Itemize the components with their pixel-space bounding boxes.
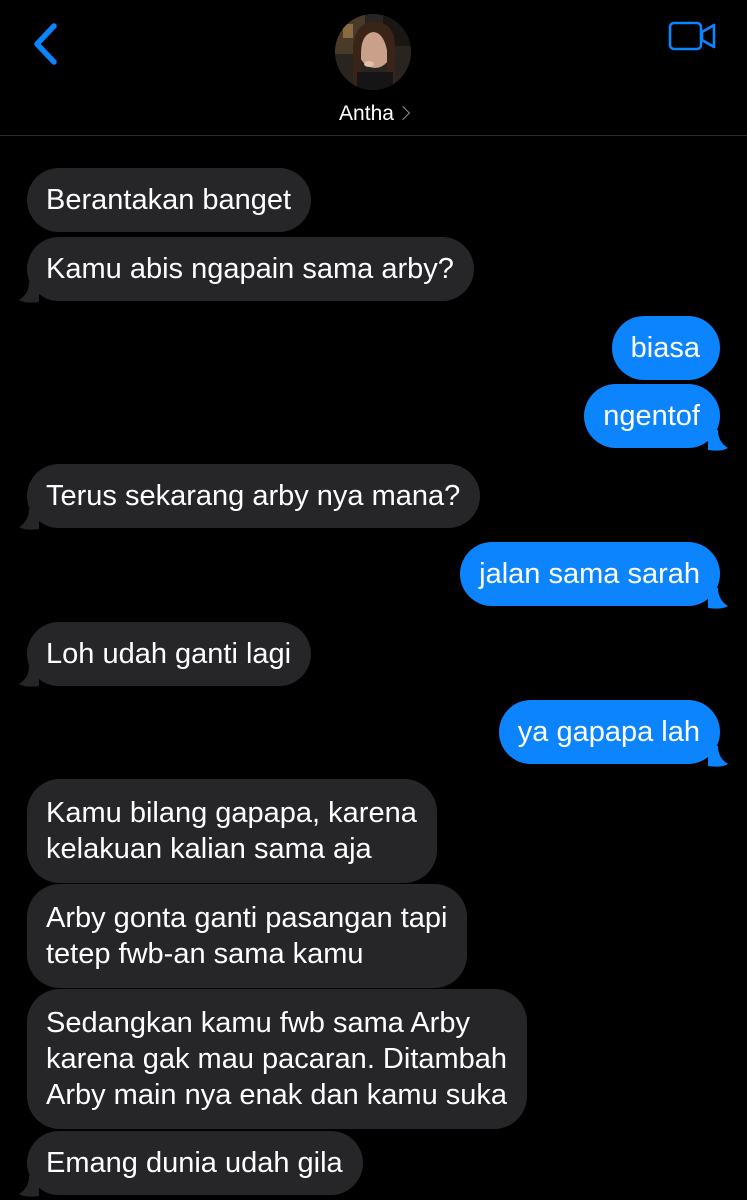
message-text-line: Arby main nya enak dan kamu suka [46,1079,508,1111]
bubble-tail [708,588,728,609]
video-camera-icon[interactable] [668,20,718,52]
message-bubble-incoming[interactable]: Kamu bilang gapapa, karena kelakuan kali… [27,779,437,883]
message-text: Loh udah ganti lagi [46,638,292,670]
bubble-tail [19,666,39,687]
chevron-left-icon[interactable] [30,22,64,66]
message-text: ngentof [603,400,700,432]
message-bubble-outgoing[interactable]: ngentof [584,384,720,448]
message-text: Kamu abis ngapain sama arby? [46,253,454,285]
message-text: jalan sama sarah [479,558,700,590]
message-bubble-incoming[interactable]: Emang dunia udah gila [27,1131,363,1195]
message-bubble-incoming[interactable]: Arby gonta ganti pasangan tapi tetep fwb… [27,884,468,988]
message-bubble-incoming[interactable]: Loh udah ganti lagi [27,622,312,686]
message-text-line: Kamu bilang gapapa, karena [46,797,417,829]
contact-name-label: Antha [339,102,394,125]
message-thread: Berantakan banget Kamu abis ngapain sama… [0,136,747,1200]
message-bubble-incoming[interactable]: Berantakan banget [27,168,312,232]
message-bubble-outgoing[interactable]: jalan sama sarah [460,542,720,606]
message-text-line: Arby gonta ganti pasangan tapi [46,902,448,934]
bubble-tail [708,746,728,767]
message-text: ya gapapa lah [517,716,700,748]
message-text-line: Sedangkan kamu fwb sama Arby [46,1007,470,1039]
contact-name[interactable]: Antha [0,102,747,126]
bubble-tail [19,282,39,303]
message-bubble-outgoing[interactable]: ya gapapa lah [498,700,720,764]
message-text: Berantakan banget [46,184,292,216]
bubble-tail [19,509,39,530]
message-text: biasa [630,332,700,364]
bubble-tail [19,1176,39,1197]
message-text-line: tetep fwb-an sama kamu [46,938,364,970]
message-bubble-incoming[interactable]: Sedangkan kamu fwb sama Arby karena gak … [27,989,528,1129]
chevron-right-icon [395,105,411,121]
bubble-tail [708,430,728,451]
message-text-line: karena gak mau pacaran. Ditambah [46,1043,508,1075]
message-text: Emang dunia udah gila [46,1147,343,1179]
avatar[interactable] [335,14,411,90]
message-bubble-incoming[interactable]: Terus sekarang arby nya mana? [27,464,481,528]
conversation-header: Antha [0,0,747,136]
message-text: Terus sekarang arby nya mana? [46,480,461,512]
message-bubble-incoming[interactable]: Kamu abis ngapain sama arby? [27,237,474,301]
message-bubble-outgoing[interactable]: biasa [611,316,720,380]
message-text-line: kelakuan kalian sama aja [46,833,372,865]
